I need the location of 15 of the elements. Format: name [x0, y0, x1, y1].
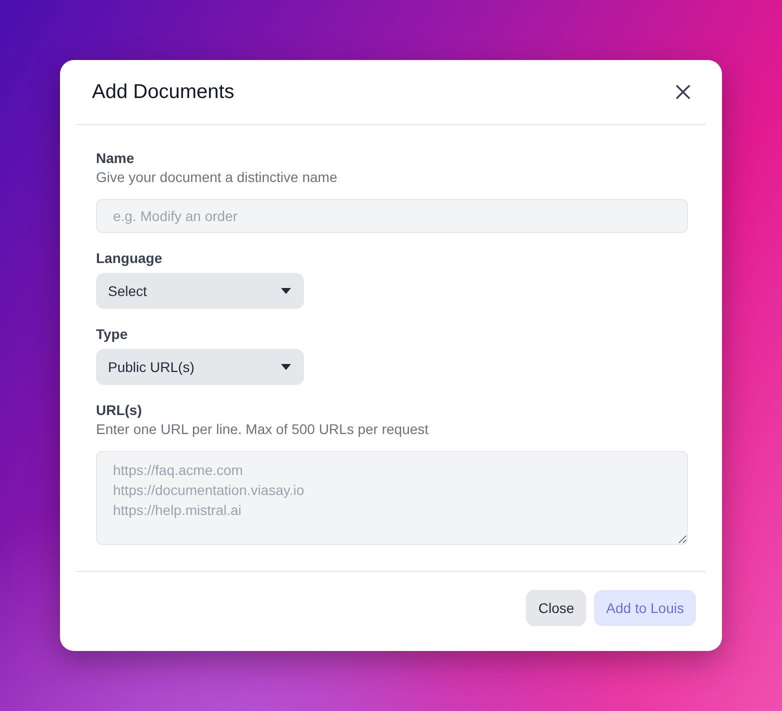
field-label: URL(s): [96, 401, 143, 419]
dropdown[interactable]: Select: [96, 273, 304, 309]
input-field[interactable]: e.g. Modify an order: [96, 199, 688, 233]
field-label: Language: [96, 249, 164, 267]
caret-icon: [281, 288, 291, 294]
dialog-title: Add Documents: [92, 80, 234, 104]
field-hint: Enter one URL per line. Max of 500 URLs per request: [96, 420, 430, 439]
dialog-button[interactable]: Close: [526, 590, 586, 626]
field-label: Type: [96, 325, 129, 343]
field-hint: Give your document a distinctive name: [96, 168, 338, 187]
dropdown[interactable]: Public URL(s): [96, 349, 304, 385]
field-label: Name: [96, 149, 136, 167]
close-icon[interactable]: [676, 85, 690, 99]
text-area[interactable]: https://faq.acme.com https://documentation.viasay.io https://help.mistral.ai: [96, 451, 688, 545]
caret-icon: [281, 364, 291, 370]
